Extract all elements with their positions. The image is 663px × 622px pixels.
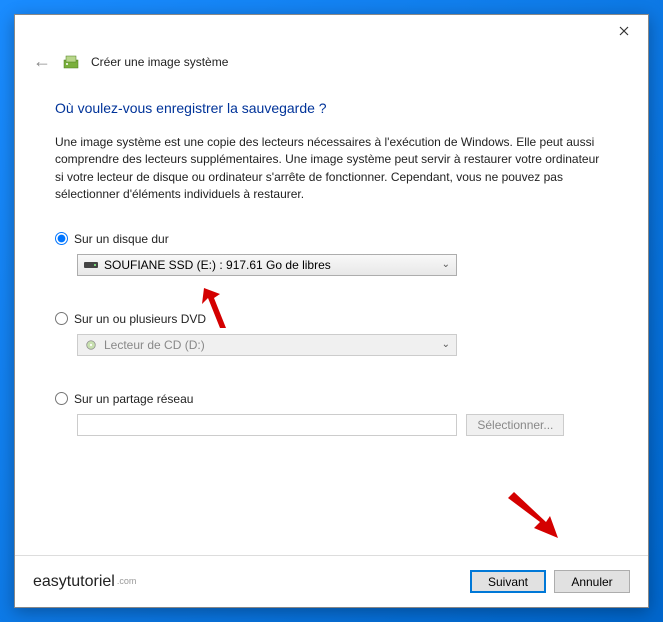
footer-buttons: Suivant Annuler (470, 570, 630, 593)
radio-hard-disk-input[interactable] (55, 232, 68, 245)
radio-network[interactable]: Sur un partage réseau (55, 392, 608, 406)
system-image-icon (63, 54, 79, 70)
dialog-window: ← Créer une image système Où voulez-vous… (14, 14, 649, 608)
close-button[interactable] (608, 19, 640, 43)
cd-icon (84, 340, 98, 350)
option-hard-disk: Sur un disque dur SOUFIANE SSD (E:) : 91… (55, 232, 608, 276)
radio-dvd-input[interactable] (55, 312, 68, 325)
back-arrow-icon: ← (33, 51, 51, 72)
description-text: Une image système est une copie des lect… (55, 134, 608, 204)
close-icon (619, 26, 629, 36)
cancel-button[interactable]: Annuler (554, 570, 630, 593)
chevron-down-icon: ⌄ (442, 259, 450, 270)
dvd-dropdown: Lecteur de CD (D:) ⌄ (77, 334, 457, 356)
content-area: Où voulez-vous enregistrer la sauvegarde… (15, 84, 648, 555)
page-heading: Où voulez-vous enregistrer la sauvegarde… (55, 100, 608, 116)
chevron-down-icon: ⌄ (442, 339, 450, 350)
radio-hard-disk[interactable]: Sur un disque dur (55, 232, 608, 246)
option-dvd: Sur un ou plusieurs DVD Lecteur de CD (D… (55, 312, 608, 356)
header: ← Créer une image système (15, 47, 648, 84)
radio-dvd[interactable]: Sur un ou plusieurs DVD (55, 312, 608, 326)
radio-network-label: Sur un partage réseau (74, 392, 193, 406)
drive-icon (84, 260, 98, 270)
browse-button: Sélectionner... (466, 414, 564, 436)
network-path-input[interactable] (77, 414, 457, 436)
titlebar (15, 15, 648, 47)
hard-disk-dropdown[interactable]: SOUFIANE SSD (E:) : 917.61 Go de libres … (77, 254, 457, 276)
next-button[interactable]: Suivant (470, 570, 546, 593)
dvd-selected: Lecteur de CD (D:) (104, 338, 205, 352)
radio-network-input[interactable] (55, 392, 68, 405)
hard-disk-selected: SOUFIANE SSD (E:) : 917.61 Go de libres (104, 258, 331, 272)
footer: easytutoriel Suivant Annuler (15, 555, 648, 607)
radio-dvd-label: Sur un ou plusieurs DVD (74, 312, 206, 326)
radio-hard-disk-label: Sur un disque dur (74, 232, 169, 246)
network-row: Sélectionner... (55, 414, 608, 436)
window-title: Créer une image système (91, 55, 228, 69)
option-network: Sur un partage réseau Sélectionner... (55, 392, 608, 436)
watermark: easytutoriel (33, 573, 136, 591)
